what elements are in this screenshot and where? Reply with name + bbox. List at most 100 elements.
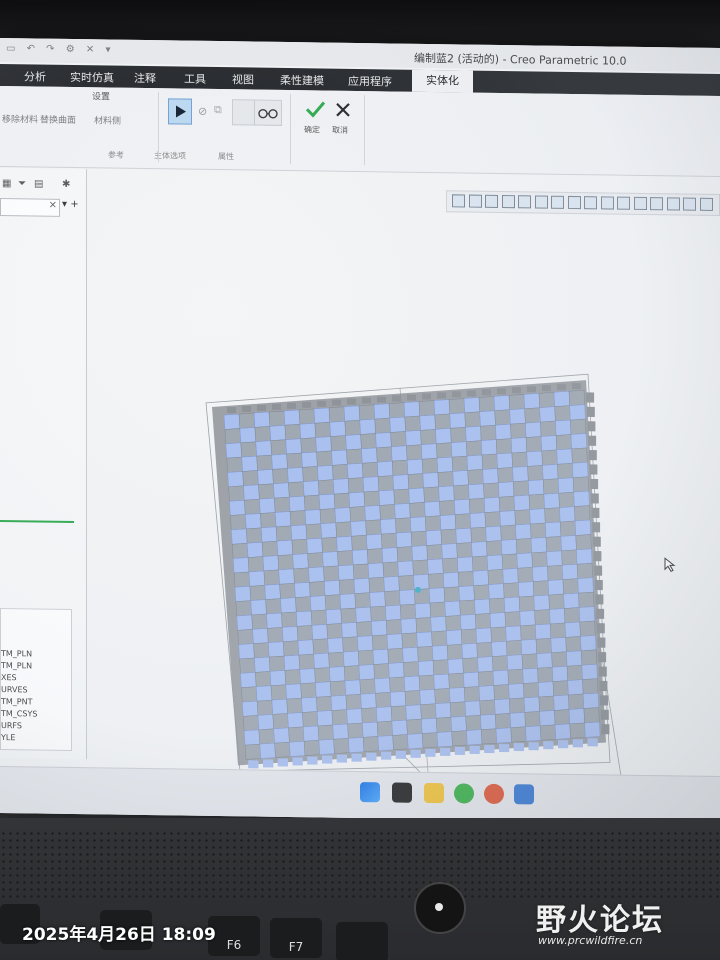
- weave-cell: [519, 610, 536, 627]
- view-tool-icon[interactable]: [468, 194, 482, 208]
- view-tool-icon[interactable]: [600, 196, 614, 210]
- view-tool-icon[interactable]: [551, 195, 564, 209]
- weave-cell: [357, 649, 375, 666]
- weave-cell: [227, 471, 244, 488]
- view-tool-icon[interactable]: [534, 195, 548, 209]
- folder-icon[interactable]: [424, 782, 444, 804]
- weave-cell: [376, 720, 393, 737]
- view-tool-icon[interactable]: [666, 197, 680, 211]
- clear-icon[interactable]: ×: [49, 200, 57, 211]
- weave-cell: [498, 481, 515, 498]
- weave-cell: [347, 722, 364, 739]
- strip-end: [595, 594, 604, 605]
- weave-cell: [454, 513, 472, 530]
- wechat-icon[interactable]: [454, 783, 474, 804]
- filter-icon[interactable]: ⏷: [18, 178, 26, 189]
- weave-cell: [429, 601, 446, 618]
- weave-cell: [247, 556, 265, 573]
- weave-cell: [235, 600, 252, 617]
- weave-cell: [422, 472, 439, 489]
- weave-cell: [482, 468, 499, 485]
- list-item[interactable]: URVES: [1, 685, 28, 694]
- browser-icon[interactable]: [484, 783, 504, 805]
- weave-cell: [436, 456, 454, 473]
- material-side-button[interactable]: 材料侧: [94, 113, 121, 126]
- weave-cell: [412, 559, 429, 576]
- play-button[interactable]: [168, 98, 192, 125]
- weave-cell: [254, 656, 271, 673]
- tab-solidify[interactable]: 实体化: [412, 69, 473, 93]
- remove-material-button[interactable]: 移除材料: [2, 112, 38, 126]
- preview-icon[interactable]: ⧉: [214, 103, 222, 117]
- view-tool-icon[interactable]: [485, 194, 498, 208]
- tab-tools[interactable]: 工具: [184, 71, 206, 87]
- graphics-area[interactable]: [88, 207, 720, 797]
- weave-cell: [358, 664, 375, 681]
- verify-button[interactable]: [232, 99, 256, 126]
- list-item[interactable]: XES: [1, 673, 17, 682]
- weave-cell: [332, 723, 349, 740]
- replace-surface-button[interactable]: 替换曲面: [40, 113, 76, 127]
- confirm-button[interactable]: 确定: [304, 98, 326, 138]
- terminal-icon[interactable]: [392, 782, 412, 803]
- weave-cell: [485, 525, 502, 542]
- view-tool-icon[interactable]: [501, 195, 515, 209]
- tree-settings-icon[interactable]: ▦: [2, 178, 11, 189]
- weave-cell: [544, 507, 561, 524]
- weave-cell: [465, 425, 482, 442]
- weave-cell: [301, 696, 318, 713]
- view-tool-icon[interactable]: [584, 196, 597, 210]
- weave-cell: [443, 572, 460, 588]
- weave-cell: [489, 597, 506, 614]
- tab-view[interactable]: 视图: [232, 71, 254, 87]
- weave-cell: [451, 730, 468, 747]
- view-tool-icon[interactable]: [633, 196, 647, 211]
- weave-cell: [468, 497, 486, 514]
- view-tool-icon[interactable]: [518, 195, 531, 209]
- tab-applications[interactable]: 应用程序: [348, 73, 392, 90]
- view-tool-icon[interactable]: [699, 197, 713, 211]
- weave-cell: [352, 563, 370, 580]
- list-item[interactable]: YLE: [1, 733, 15, 742]
- weave-cell: [367, 562, 385, 579]
- glasses-button[interactable]: [254, 99, 282, 126]
- strip-end: [257, 404, 266, 412]
- quick-access-toolbar[interactable]: ▭ ↶ ↷ ⚙ ✕ ▾: [6, 43, 114, 56]
- strip-end: [497, 388, 506, 395]
- start-icon[interactable]: [360, 782, 380, 803]
- weave-cell: [471, 541, 488, 558]
- weave-cell: [349, 506, 366, 523]
- weave-cell: [290, 524, 308, 541]
- view-tool-icon[interactable]: [452, 194, 465, 208]
- tree-options-icon[interactable]: ✱: [62, 179, 70, 190]
- creo-app-icon[interactable]: [514, 784, 534, 805]
- weave-cell: [428, 587, 446, 604]
- show-icon[interactable]: ▤: [34, 178, 43, 189]
- watermark-url: www.prcwildfire.cn: [538, 934, 643, 947]
- list-item[interactable]: TM_PLN: [1, 661, 32, 670]
- view-tool-icon[interactable]: [683, 197, 696, 211]
- weave-cell: [481, 453, 498, 470]
- list-item[interactable]: URFS: [1, 721, 22, 730]
- tab-realtime-sim[interactable]: 实时仿真: [70, 69, 114, 86]
- weave-cell: [444, 600, 461, 617]
- strip-end: [590, 478, 599, 490]
- ribbon-panel: 设置 移除材料 替换曲面 材料侧 参考 主体选项 属性 ⊘ ⧉ 确定 取消: [0, 86, 720, 178]
- search-input[interactable]: ×: [0, 198, 60, 217]
- weave-cell: [461, 642, 478, 659]
- view-tool-icon[interactable]: [567, 195, 581, 210]
- weave-cell: [545, 536, 562, 553]
- tab-analysis[interactable]: 分析: [24, 68, 46, 84]
- tab-annotate[interactable]: 注释: [134, 70, 156, 86]
- weave-cell: [552, 665, 568, 682]
- list-item[interactable]: TM_PLN: [1, 649, 32, 658]
- list-item[interactable]: TM_PNT: [1, 697, 32, 706]
- cancel-button[interactable]: 取消: [332, 99, 354, 139]
- list-item[interactable]: TM_CSYS: [1, 709, 37, 719]
- view-tool-icon[interactable]: [617, 196, 630, 210]
- pause-icon[interactable]: ⊘: [198, 105, 207, 118]
- view-tool-icon[interactable]: [650, 197, 663, 211]
- add-icon[interactable]: ▾ +: [62, 199, 79, 210]
- tab-flexible-modeling[interactable]: 柔性建模: [280, 72, 324, 89]
- weave-cell: [317, 724, 334, 741]
